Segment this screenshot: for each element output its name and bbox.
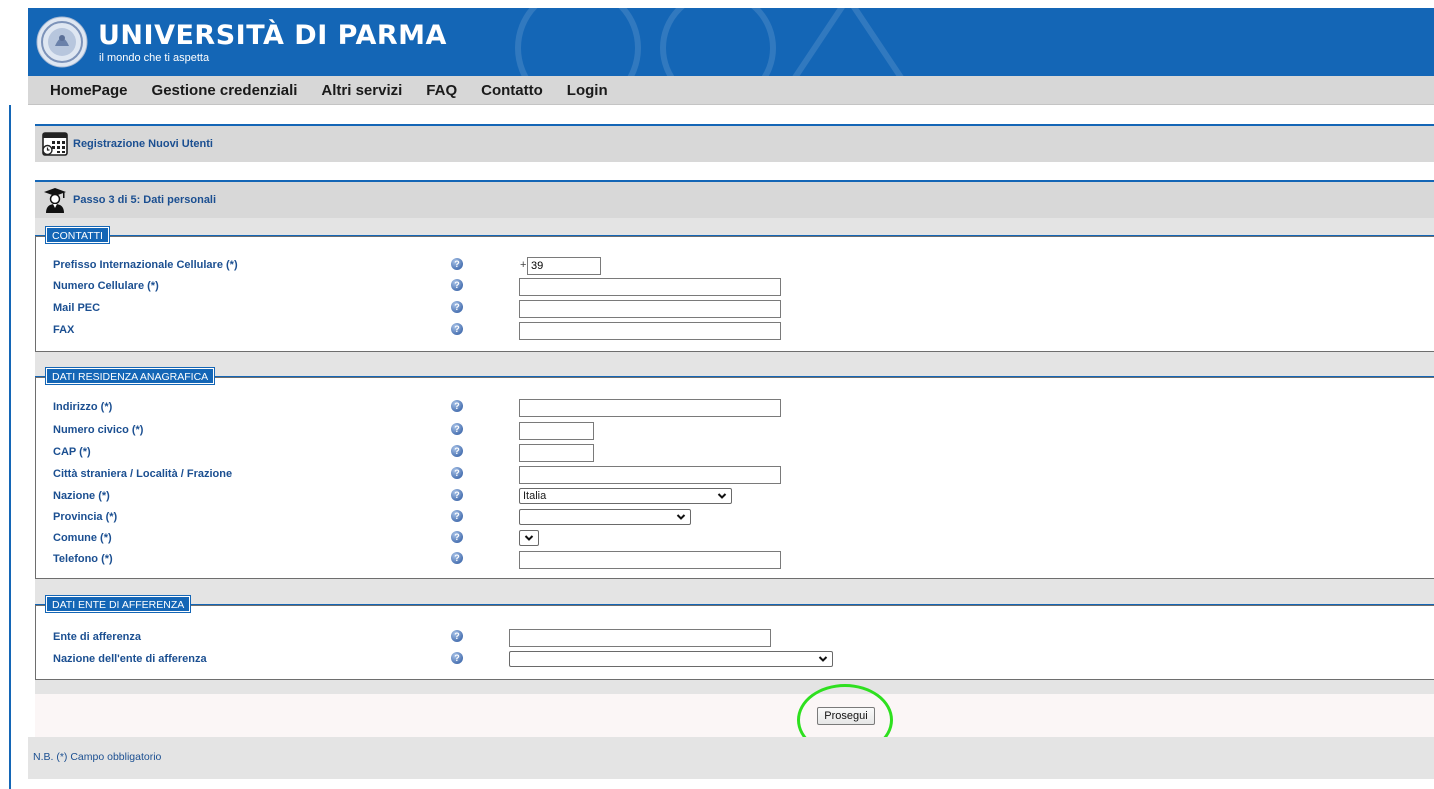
header-decoration-icon [515,8,904,76]
field-label: Nazione dell'ente di afferenza [53,653,207,665]
chevron-down-icon [818,656,828,662]
field-label: Telefono (*) [53,553,113,565]
footer-bar [28,737,1434,779]
site-header: UNIVERSITÀ DI PARMA il mondo che ti aspe… [28,8,1434,76]
help-icon[interactable]: ? [451,279,463,291]
field-row: FAX ? [53,322,953,340]
field-row: Città straniera / Località / Frazione ? [53,466,953,484]
foreign-city-input[interactable] [519,466,781,484]
province-select[interactable] [519,509,691,525]
field-label: Prefisso Internazionale Cellulare (*) [53,259,238,271]
municipality-select[interactable] [519,530,539,546]
mobile-number-input[interactable] [519,278,781,296]
nav-item-gestione-credenziali[interactable]: Gestione credenziali [152,82,298,99]
left-border [9,105,11,789]
chevron-down-icon [676,514,686,520]
field-row: Numero civico (*) ? [53,422,953,440]
field-label: Indirizzo (*) [53,401,113,413]
field-label: Comune (*) [53,532,112,544]
section-registrazione: Registrazione Nuovi Utenti [35,124,1434,162]
field-row: Mail PEC ? [53,300,953,318]
field-label: Numero Cellulare (*) [53,280,159,292]
site-tagline: il mondo che ti aspetta [99,52,210,64]
actions-bar [35,694,1434,737]
university-seal-icon[interactable] [36,16,88,68]
field-label: FAX [53,324,75,336]
nav-item-faq[interactable]: FAQ [426,82,457,99]
nav-item-login[interactable]: Login [567,82,608,99]
field-row: Numero Cellulare (*) ? [53,278,953,296]
phone-input[interactable] [519,551,781,569]
help-icon[interactable]: ? [451,400,463,412]
graduate-icon [44,188,66,213]
residenza-legend: DATI RESIDENZA ANAGRAFICA [44,367,216,385]
field-label: CAP (*) [53,446,91,458]
address-input[interactable] [519,399,781,417]
site-title[interactable]: UNIVERSITÀ DI PARMA [98,21,447,51]
help-icon[interactable]: ? [451,445,463,457]
field-row: Comune (*) ? [53,530,953,548]
affiliation-nation-select[interactable] [509,651,833,667]
field-row: Prefisso Internazionale Cellulare (*) ? … [53,257,953,275]
help-icon[interactable]: ? [451,423,463,435]
field-row: Telefono (*) ? [53,551,953,569]
help-icon[interactable]: ? [451,630,463,642]
help-icon[interactable]: ? [451,301,463,313]
nav-item-altri-servizi[interactable]: Altri servizi [321,82,402,99]
nation-select-value: Italia [523,490,547,502]
field-row: Nazione (*) ? Italia [53,488,953,506]
step-title: Passo 3 di 5: Dati personali [73,194,217,206]
main-nav: HomePage Gestione credenziali Altri serv… [28,76,1434,105]
contatti-legend: CONTATTI [45,226,110,244]
help-icon[interactable]: ? [451,467,463,479]
fax-input[interactable] [519,322,781,340]
chevron-down-icon [524,535,534,541]
field-row: Ente di afferenza ? [53,629,953,647]
field-row: Provincia (*) ? [53,509,953,527]
nav-item-homepage[interactable]: HomePage [50,82,128,99]
field-row: CAP (*) ? [53,444,953,462]
help-icon[interactable]: ? [451,489,463,501]
field-label: Numero civico (*) [53,424,144,436]
help-icon[interactable]: ? [451,531,463,543]
help-icon[interactable]: ? [451,552,463,564]
field-label: Ente di afferenza [53,631,142,643]
nation-select[interactable]: Italia [519,488,732,504]
calendar-icon [42,132,68,156]
ente-legend: DATI ENTE DI AFFERENZA [44,595,192,613]
field-label: Provincia (*) [53,511,118,523]
required-note: N.B. (*) Campo obbligatorio [33,751,162,763]
field-label: Mail PEC [53,302,101,314]
affiliation-input[interactable] [509,629,771,647]
field-row: Indirizzo (*) ? [53,399,953,417]
street-number-input[interactable] [519,422,594,440]
help-icon[interactable]: ? [451,258,463,270]
help-icon[interactable]: ? [451,323,463,335]
help-icon[interactable]: ? [451,510,463,522]
section-title: Registrazione Nuovi Utenti [73,138,213,150]
prefix-input[interactable] [527,257,601,275]
nav-item-contatto[interactable]: Contatto [481,82,543,99]
field-label: Città straniera / Località / Frazione [53,468,233,480]
cap-input[interactable] [519,444,594,462]
help-icon[interactable]: ? [451,652,463,664]
section-step: Passo 3 di 5: Dati personali [35,180,1434,218]
pec-email-input[interactable] [519,300,781,318]
field-row: Nazione dell'ente di afferenza ? [53,651,953,669]
phone-prefix-plus: + [520,259,527,271]
field-label: Nazione (*) [53,490,110,502]
chevron-down-icon [717,493,727,499]
